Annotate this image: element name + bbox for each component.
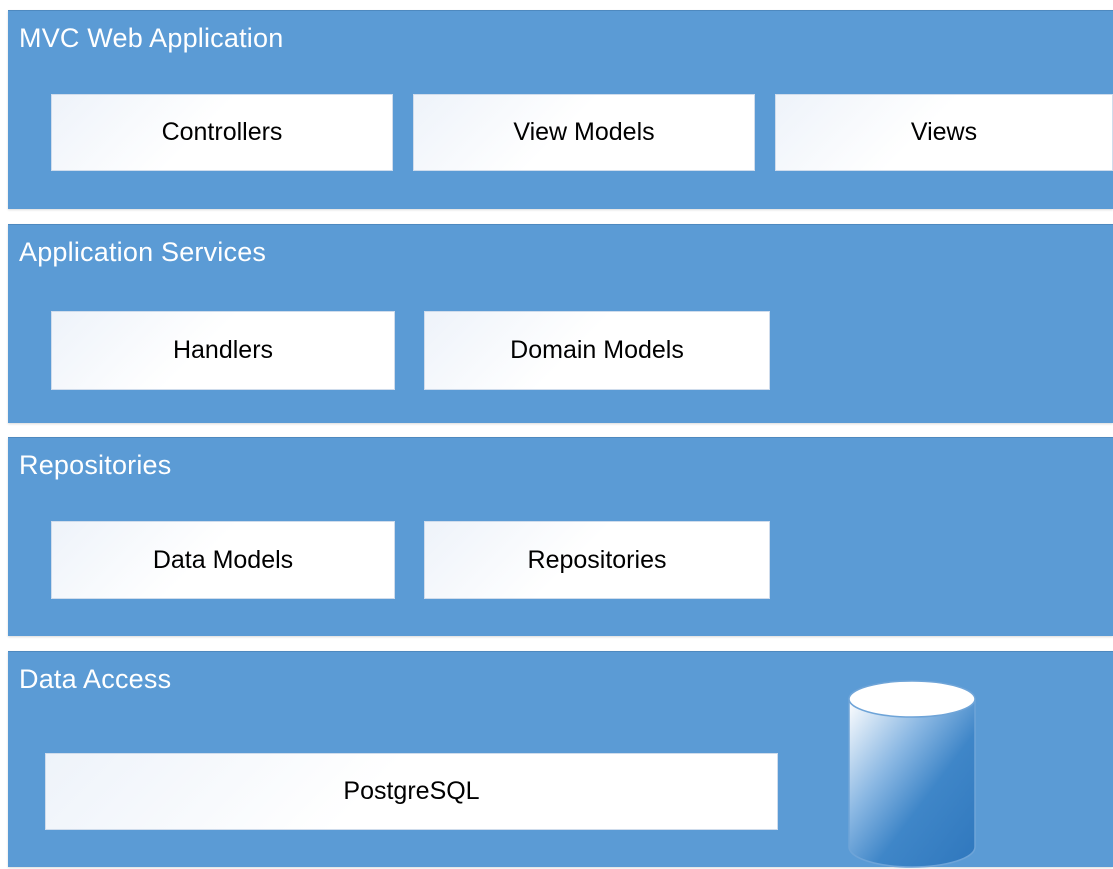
- database-icon: [848, 680, 976, 868]
- layer-title: MVC Web Application: [19, 23, 284, 53]
- layer-mvc-web-application: MVC Web Application Controllers View Mod…: [8, 10, 1113, 209]
- component-domain-models: Domain Models: [424, 311, 770, 390]
- layer-title: Application Services: [19, 237, 267, 267]
- component-controllers: Controllers: [51, 94, 393, 171]
- component-postgresql: PostgreSQL: [45, 753, 778, 830]
- layer-repositories: Repositories Data Models Repositories: [8, 437, 1113, 636]
- component-repositories: Repositories: [424, 521, 770, 599]
- component-views: Views: [775, 94, 1113, 171]
- layer-title: Repositories: [19, 450, 172, 480]
- layer-data-access: Data Access PostgreSQL: [8, 651, 1113, 868]
- component-view-models: View Models: [413, 94, 755, 171]
- component-data-models: Data Models: [51, 521, 395, 599]
- component-handlers: Handlers: [51, 311, 395, 390]
- layer-application-services: Application Services Handlers Domain Mod…: [8, 224, 1113, 423]
- layer-title: Data Access: [19, 664, 172, 694]
